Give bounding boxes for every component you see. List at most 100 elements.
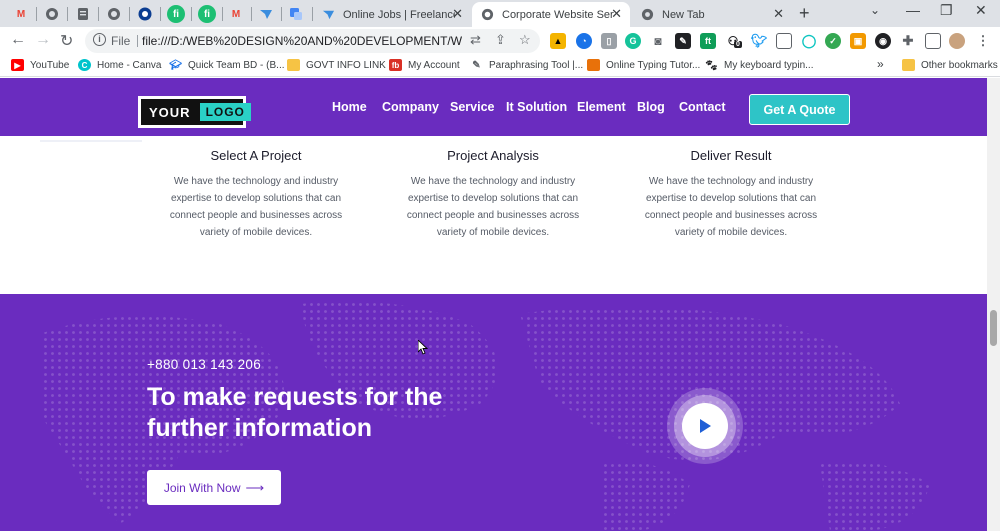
- gmail-pinned-tab-icon[interactable]: M: [12, 5, 30, 23]
- minimize-icon[interactable]: —: [906, 2, 920, 18]
- extension-icon[interactable]: ✓: [825, 33, 841, 49]
- extension-icon[interactable]: ▯: [601, 33, 617, 49]
- step-card-project-analysis: Project Analysis We have the technology …: [393, 148, 593, 241]
- extension-icon[interactable]: ▲: [550, 33, 566, 49]
- translate-pinned-tab-icon[interactable]: [287, 5, 305, 23]
- address-url[interactable]: file:///D:/WEB%20DESIGN%20AND%20DEVELOPM…: [142, 34, 462, 48]
- nav-contact[interactable]: Contact: [679, 100, 726, 114]
- scrollbar-thumb[interactable]: [990, 310, 997, 346]
- tab-search-chevron-icon[interactable]: ⌄: [870, 3, 880, 17]
- graduation-cap-icon: 🎓︎: [169, 59, 182, 71]
- close-icon[interactable]: ✕: [773, 6, 784, 22]
- play-icon: [700, 419, 711, 433]
- logo-mark: YOUR LOGO: [141, 99, 251, 125]
- logo-text-your: YOUR: [149, 104, 191, 120]
- bookmark-label: YouTube: [30, 59, 70, 71]
- bookmark-label: My Account: [408, 59, 460, 71]
- youtube-icon: ▶: [11, 59, 24, 71]
- globe-pinned-tab-icon[interactable]: [105, 5, 123, 23]
- nav-blog[interactable]: Blog: [637, 100, 665, 114]
- extension-ring-icon[interactable]: ◯: [801, 33, 817, 49]
- extension-icon[interactable]: ◔: [576, 33, 592, 49]
- section-divider: [40, 140, 142, 142]
- freelancer-pinned-tab-icon[interactable]: [257, 5, 275, 23]
- side-panel-icon[interactable]: [925, 33, 941, 49]
- bookmark-typing-tutor[interactable]: Online Typing Tutor...: [587, 59, 700, 71]
- page-viewport: YOUR LOGO Home Company Service It Soluti…: [0, 78, 1000, 531]
- bookmark-youtube[interactable]: ▶ YouTube: [11, 59, 69, 71]
- address-divider: [137, 35, 138, 47]
- bookmark-my-account[interactable]: fb My Account: [389, 59, 460, 71]
- get-a-quote-button[interactable]: Get A Quote: [749, 94, 850, 125]
- bookmark-canva[interactable]: C Home - Canva: [78, 59, 161, 71]
- bookmark-govt-info[interactable]: GOVT INFO LINK: [287, 59, 386, 71]
- extension-icon[interactable]: ▣: [850, 33, 866, 49]
- puzzle-extensions-icon[interactable]: ✚: [900, 33, 916, 49]
- step-card-select-project: Select A Project We have the technology …: [156, 148, 356, 241]
- back-arrow-icon[interactable]: ←: [10, 31, 26, 49]
- bookmark-star-icon[interactable]: ☆: [519, 32, 531, 48]
- typing-tutor-icon: [587, 59, 600, 71]
- bookmark-paraphrasing[interactable]: ✎ Paraphrasing Tool |...: [470, 59, 583, 71]
- document-pinned-tab-icon[interactable]: [74, 5, 92, 23]
- bookmark-label: Home - Canva: [97, 59, 162, 71]
- bookmarks-bar: ▶ YouTube C Home - Canva 🎓︎ Quick Team B…: [0, 55, 1000, 77]
- page-scrollbar[interactable]: [987, 78, 1000, 531]
- nav-company[interactable]: Company: [382, 100, 439, 114]
- contact-phone: +880 013 143 206: [147, 357, 262, 372]
- bookmark-quick-team[interactable]: 🎓︎ Quick Team BD - (B...: [169, 59, 285, 71]
- window-close-icon[interactable]: ✕: [975, 2, 987, 19]
- translate-icon[interactable]: ⇄: [470, 32, 481, 48]
- tab-new-tab[interactable]: New Tab ✕: [632, 2, 792, 27]
- globe-pinned-tab-icon[interactable]: [43, 5, 61, 23]
- circle-app-pinned-tab-icon[interactable]: [136, 5, 154, 23]
- close-icon[interactable]: ✕: [452, 6, 463, 22]
- play-ring: [674, 395, 736, 457]
- avatar[interactable]: [949, 33, 965, 49]
- bookmarks-overflow-chevron[interactable]: »: [877, 57, 884, 71]
- info-icon[interactable]: i: [93, 33, 106, 46]
- close-icon[interactable]: ✕: [611, 6, 622, 22]
- new-tab-plus-icon[interactable]: +: [799, 3, 810, 24]
- tab-corporate-website[interactable]: Corporate Website Service ✕: [472, 2, 630, 27]
- step-title: Deliver Result: [690, 148, 772, 163]
- tab-title: Online Jobs | Freelance Em: [343, 8, 455, 21]
- site-logo[interactable]: YOUR LOGO: [138, 96, 251, 128]
- image-icon[interactable]: [776, 33, 792, 49]
- bookmark-other[interactable]: Other bookmarks: [902, 59, 998, 71]
- extension-icon[interactable]: ✎: [675, 33, 691, 49]
- fiverr-pinned-tab-icon[interactable]: fi: [198, 5, 216, 23]
- tab-separator: [222, 7, 223, 21]
- restore-icon[interactable]: ❐: [940, 2, 953, 19]
- extension-badge: 0: [734, 41, 742, 48]
- cta-hero-section: +880 013 143 206 To make requests for th…: [0, 294, 987, 531]
- chrome-icon: [640, 8, 654, 22]
- link-icon[interactable]: ⚇ 0: [725, 33, 742, 49]
- bookmark-keyboard-typing[interactable]: 🐾︎ My keyboard typin...: [705, 59, 813, 72]
- bookmark-label: Quick Team BD - (B...: [188, 59, 285, 71]
- extension-icon[interactable]: ◉: [875, 33, 891, 49]
- gmail-pinned-tab-icon[interactable]: M: [227, 5, 245, 23]
- tab-online-jobs[interactable]: Online Jobs | Freelance Em ✕: [313, 2, 471, 27]
- nav-it-solution[interactable]: It Solution: [506, 100, 567, 114]
- camera-icon[interactable]: ◙: [650, 33, 666, 49]
- play-circle: [682, 403, 728, 449]
- folder-icon: [287, 59, 300, 71]
- extension-icon[interactable]: ft: [700, 33, 716, 49]
- fiverr-pinned-tab-icon[interactable]: fi: [167, 5, 185, 23]
- step-description: We have the technology and industry expe…: [169, 176, 343, 238]
- nav-service[interactable]: Service: [450, 100, 494, 114]
- grammarly-icon[interactable]: G: [625, 33, 641, 49]
- menu-kebab-icon[interactable]: ⋮: [975, 33, 991, 49]
- forward-arrow-icon[interactable]: →: [35, 31, 51, 49]
- video-play-button[interactable]: [667, 388, 743, 464]
- twitter-icon[interactable]: 🐦︎: [751, 33, 767, 49]
- tab-separator: [191, 7, 192, 21]
- nav-element[interactable]: Element: [577, 100, 626, 114]
- step-description: We have the technology and industry expe…: [644, 176, 818, 238]
- share-icon[interactable]: ⇪: [495, 32, 506, 48]
- reload-icon[interactable]: ↻: [60, 31, 73, 51]
- nav-home[interactable]: Home: [332, 100, 367, 114]
- address-bar[interactable]: i File file:///D:/WEB%20DESIGN%20AND%20D…: [85, 29, 540, 53]
- join-with-now-button[interactable]: Join With Now ⟶: [147, 470, 281, 505]
